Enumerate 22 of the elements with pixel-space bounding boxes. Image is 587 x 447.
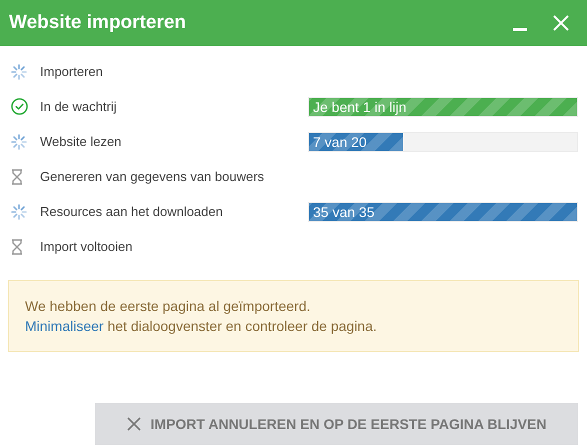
progress-text: 7 van 20 [313,132,367,150]
progress-text: Je bent 1 in lijn [313,98,406,116]
step-label: Genereren van gegevens van bouwers [40,168,266,186]
progress-text: 35 van 35 [313,202,374,220]
spinner-icon [11,64,27,80]
window-title: Website importeren [9,10,188,35]
minimize-link[interactable]: Minimaliseer [25,318,104,334]
step-label: In de wachtrij [40,98,118,116]
hourglass-icon [11,168,23,184]
close-icon [126,417,141,431]
spinner-icon [11,204,27,220]
step-label: Import voltooien [40,238,134,256]
cancel-import-button[interactable]: IMPORT ANNULEREN EN OP DE EERSTE PAGINA BLIJVEN [95,403,578,445]
spinner-icon [11,134,27,150]
step-label: Website lezen [40,132,122,151]
close-button[interactable] [551,13,571,33]
notice-text: We hebben de eerste pagina al geïmporteerd. [25,297,312,316]
check-circle-icon [11,98,28,115]
notice-text: het dialoogvenster en controleer de pagina. [107,318,377,334]
step-label: Resources aan het downloaden [40,202,224,221]
hourglass-icon [11,238,23,254]
step-label: Importeren [40,62,104,81]
